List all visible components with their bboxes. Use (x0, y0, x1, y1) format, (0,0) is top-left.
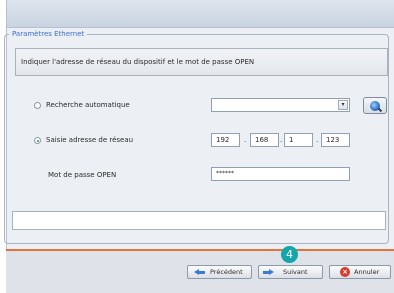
password-field[interactable]: ****** (211, 167, 350, 181)
auto-search-label: Recherche automatique (46, 101, 130, 109)
manual-address-radio[interactable] (34, 137, 41, 144)
ip-separator: . (280, 136, 283, 144)
ip-octet-4[interactable]: 123 (321, 133, 350, 147)
instruction-text: Indiquer l'adresse de réseau du disposit… (21, 58, 255, 66)
network-search-icon (370, 101, 380, 111)
next-button-label: Suivant (283, 268, 308, 276)
manual-address-label: Saisie adresse de réseau (46, 136, 134, 144)
arrow-left-icon (194, 269, 205, 275)
auto-search-radio[interactable] (34, 102, 41, 109)
instruction-panel: Indiquer l'adresse de réseau du disposit… (15, 48, 388, 76)
ip-octet-1[interactable]: 192 (211, 133, 240, 147)
previous-button[interactable]: Précédent (187, 265, 252, 279)
step-callout-badge: 4 (281, 246, 298, 263)
chevron-down-icon[interactable]: ▾ (338, 100, 348, 110)
next-button[interactable]: Suivant (258, 265, 323, 279)
group-title: Paramètres Ethernet (9, 30, 88, 39)
status-field (12, 211, 386, 230)
password-label: Mot de passe OPEN (48, 171, 117, 179)
cancel-button[interactable]: × Annuler (329, 265, 391, 279)
arrow-right-icon (263, 269, 274, 275)
ip-octet-3[interactable]: 1 (284, 133, 313, 147)
dialog-header-strip (7, 0, 394, 28)
ip-separator: . (316, 136, 319, 144)
cancel-icon: × (340, 267, 350, 277)
ip-octet-2[interactable]: 168 (250, 133, 279, 147)
ip-separator: . (244, 136, 247, 144)
search-network-button[interactable] (363, 97, 387, 114)
previous-button-label: Précédent (210, 268, 243, 276)
device-select[interactable]: ▾ (211, 98, 350, 112)
cancel-button-label: Annuler (354, 268, 380, 276)
